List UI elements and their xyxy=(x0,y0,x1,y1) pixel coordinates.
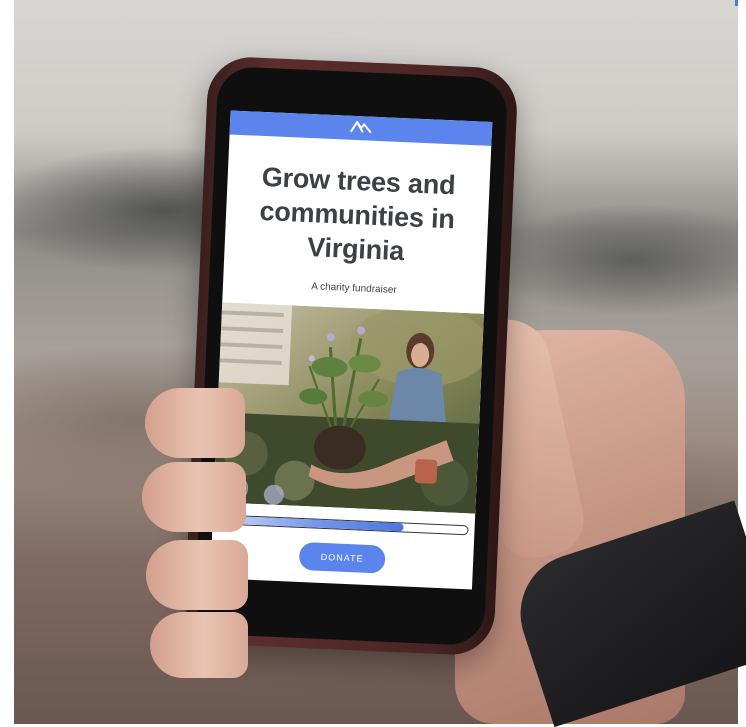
hand-finger xyxy=(142,462,246,532)
gardening-photo xyxy=(213,302,484,514)
fundraiser-screen[interactable]: Grow trees and communities in Virginia A… xyxy=(210,110,493,590)
progress-fill xyxy=(221,515,404,532)
fundraising-progress-bar xyxy=(220,514,469,536)
mountain-logo-icon[interactable] xyxy=(349,118,373,138)
edge-accent xyxy=(735,0,738,6)
page-subtitle: A charity fundraiser xyxy=(310,281,397,296)
page-title: Grow trees and communities in Virginia xyxy=(224,158,490,271)
hand-finger xyxy=(150,612,248,678)
donate-button[interactable]: DONATE xyxy=(298,541,386,574)
hand-finger xyxy=(146,540,248,610)
hand-finger xyxy=(145,388,245,458)
app-header-bar xyxy=(229,110,493,146)
campaign-photo xyxy=(213,302,484,514)
